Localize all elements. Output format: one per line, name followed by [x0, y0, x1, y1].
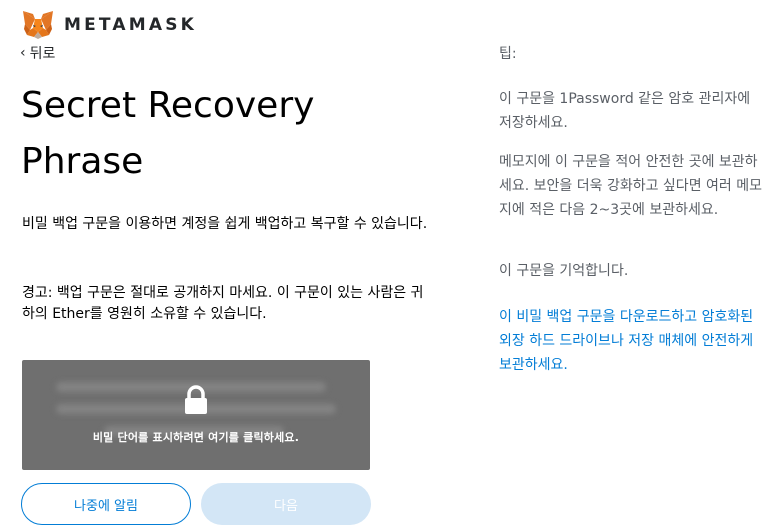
download-phrase-link[interactable]: 이 비밀 백업 구문을 다운로드하고 암호화된 외장 하드 드라이브나 저장 매… [499, 305, 764, 377]
metamask-fox-icon [22, 10, 54, 40]
metamask-logo[interactable]: METAMASK [22, 10, 197, 40]
lock-icon [183, 385, 209, 419]
reveal-overlay[interactable]: 비밀 단어를 표시하려면 여기를 클릭하세요. [22, 360, 370, 470]
back-button[interactable]: ‹ 뒤로 [20, 43, 55, 63]
reveal-secret-words-box[interactable]: 비밀 단어를 표시하려면 여기를 클릭하세요. [22, 360, 370, 470]
next-button[interactable]: 다음 [201, 483, 371, 525]
tips-title: 팁: [499, 46, 517, 62]
warning-text: 경고: 백업 구문은 절대로 공개하지 마세요. 이 구문이 있는 사람은 귀하… [22, 285, 424, 322]
brand-name: METAMASK [64, 15, 198, 35]
page-title: Secret Recovery Phrase [21, 85, 315, 182]
tip-write-down: 메모지에 이 구문을 적어 안전한 곳에 보관하세요. 보안을 더욱 강화하고 … [499, 154, 762, 218]
chevron-left-icon: ‹ [20, 45, 26, 61]
remind-later-button[interactable]: 나중에 알림 [21, 483, 191, 525]
tip-password-manager: 이 구문을 1Password 같은 암호 관리자에 저장하세요. [499, 91, 751, 131]
description-text: 비밀 백업 구문을 이용하면 계정을 쉽게 백업하고 복구할 수 있습니다. [22, 216, 428, 232]
secret-recovery-page: METAMASK ‹ 뒤로 Secret Recovery Phrase 비밀 … [0, 0, 771, 530]
back-label: 뒤로 [29, 46, 56, 62]
reveal-label: 비밀 단어를 표시하려면 여기를 클릭하세요. [92, 431, 300, 444]
tip-memorize: 이 구문을 기억합니다. [499, 263, 629, 279]
